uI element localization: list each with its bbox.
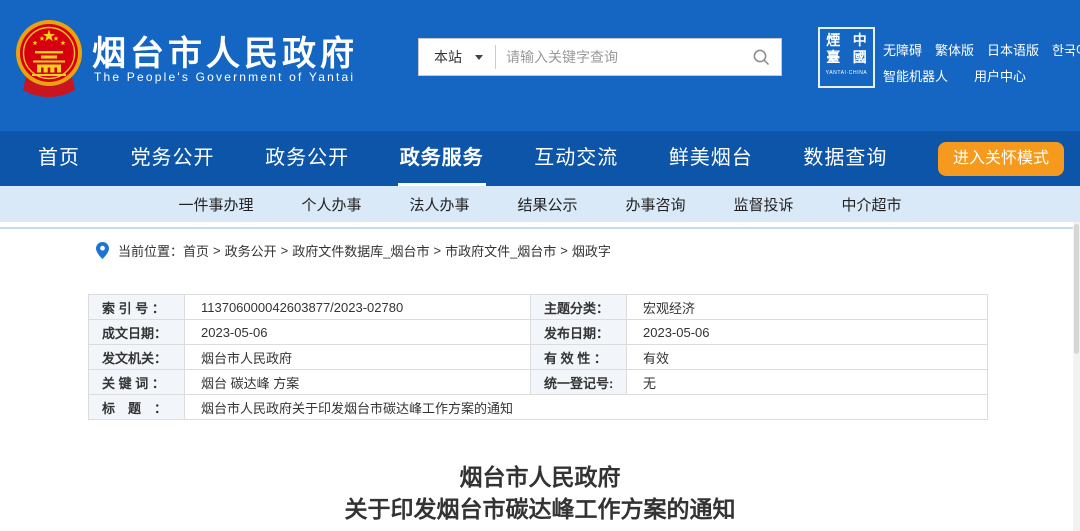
link-traditional-chinese[interactable]: 繁体版	[935, 40, 974, 59]
breadcrumb-item-doc-database[interactable]: 政府文件数据库_烟台市	[292, 241, 429, 260]
meta-label-publish-date: 发布日期：	[531, 320, 627, 345]
breadcrumb-item-yanzhengzi[interactable]: 烟政字	[572, 241, 611, 260]
meta-value-title: 烟台市人民政府关于印发烟台市碳达峰工作方案的通知	[185, 395, 988, 420]
section-divider	[0, 227, 1080, 229]
table-row: 索 引 号 ： 113706000042603877/2023-02780 主题…	[89, 295, 988, 320]
subnav-item-legal-person[interactable]: 法人办事	[409, 194, 469, 215]
meta-label-topic-category: 主题分类：	[531, 295, 627, 320]
subnav-item-results[interactable]: 结果公示	[517, 194, 577, 215]
subnav-item-one-thing[interactable]: 一件事办理	[178, 194, 253, 215]
nav-item-fresh-yantai[interactable]: 鲜美烟台	[669, 131, 753, 186]
seal-char: 中	[847, 33, 874, 50]
seal-caption: YANTAI·CHINA	[820, 70, 873, 76]
table-row: 标 题 ： 烟台市人民政府关于印发烟台市碳达峰工作方案的通知	[89, 395, 988, 420]
meta-label-title: 标 题 ：	[89, 395, 185, 420]
meta-label-index-no: 索 引 号 ：	[89, 295, 185, 320]
scrollbar[interactable]	[1073, 222, 1080, 531]
meta-label-written-date: 成文日期：	[89, 320, 185, 345]
quick-links-row2: 智能机器人 用户中心	[883, 66, 1026, 85]
doc-meta-table: 索 引 号 ： 113706000042603877/2023-02780 主题…	[88, 294, 988, 420]
link-korean[interactable]: 한국어판	[1052, 40, 1080, 59]
article-title: 烟台市人民政府 关于印发烟台市碳达峰工作方案的通知	[0, 461, 1080, 525]
search-input[interactable]	[496, 40, 741, 74]
link-japanese[interactable]: 日本语版	[987, 40, 1039, 59]
subnav-item-supervision[interactable]: 监督投诉	[734, 194, 794, 215]
meta-value-index-no: 113706000042603877/2023-02780	[185, 295, 531, 320]
link-accessibility[interactable]: 无障碍	[883, 40, 922, 59]
article-title-line2: 关于印发烟台市碳达峰工作方案的通知	[0, 493, 1080, 525]
chevron-down-icon[interactable]	[475, 55, 483, 60]
breadcrumb-separator: >	[213, 243, 221, 258]
nav-item-gov-affairs[interactable]: 政务公开	[265, 131, 349, 186]
breadcrumb-item-gov-affairs[interactable]: 政务公开	[225, 241, 277, 260]
search-box: 本站	[418, 38, 782, 76]
nav-item-gov-services[interactable]: 政务服务	[400, 131, 484, 186]
search-scope-select[interactable]: 本站	[434, 47, 462, 67]
link-smart-robot[interactable]: 智能机器人	[883, 66, 948, 85]
meta-label-issuing-agency: 发文机关：	[89, 345, 185, 370]
main-nav: 首页 党务公开 政务公开 政务服务 互动交流 鲜美烟台 数据查询 进入关怀模式	[0, 131, 1080, 186]
article-title-line1: 烟台市人民政府	[0, 461, 1080, 493]
yantai-china-seal-logo: 煙 中 臺 國 YANTAI·CHINA	[818, 27, 875, 88]
subnav-item-personal[interactable]: 个人办事	[301, 194, 361, 215]
meta-value-registration-no: 无	[627, 370, 988, 395]
breadcrumb-item-home[interactable]: 首页	[183, 241, 209, 260]
seal-char: 臺	[820, 50, 847, 67]
site-title: 烟台市人民政府	[92, 26, 358, 75]
seal-char: 國	[847, 50, 874, 67]
meta-label-registration-no: 统一登记号:	[531, 370, 627, 395]
breadcrumb: 当前位置： 首页 > 政务公开 > 政府文件数据库_烟台市 > 市政府文件_烟台…	[96, 241, 611, 260]
seal-characters: 煙 中 臺 國	[820, 33, 873, 67]
meta-value-keywords: 烟台 碳达峰 方案	[185, 370, 531, 395]
meta-label-validity: 有 效 性 ：	[531, 345, 627, 370]
seal-char: 煙	[820, 33, 847, 50]
nav-item-interaction[interactable]: 互动交流	[534, 131, 618, 186]
search-button[interactable]	[741, 48, 781, 67]
breadcrumb-separator: >	[560, 243, 568, 258]
meta-value-topic-category: 宏观经济	[627, 295, 988, 320]
sub-nav: 一件事办理 个人办事 法人办事 结果公示 办事咨询 监督投诉 中介超市	[0, 186, 1080, 222]
breadcrumb-item-city-docs[interactable]: 市政府文件_烟台市	[445, 241, 556, 260]
site-subtitle: The People's Government of Yantai	[94, 70, 355, 84]
breadcrumb-prefix: 当前位置：	[118, 241, 183, 260]
breadcrumb-separator: >	[433, 243, 441, 258]
site-header: 烟台市人民政府 The People's Government of Yanta…	[0, 0, 1080, 131]
subnav-item-intermediary[interactable]: 中介超市	[842, 194, 902, 215]
nav-item-data-query[interactable]: 数据查询	[803, 131, 887, 186]
meta-value-validity: 有效	[627, 345, 988, 370]
table-row: 关 键 词 ： 烟台 碳达峰 方案 统一登记号: 无	[89, 370, 988, 395]
search-icon	[752, 48, 771, 67]
meta-value-publish-date: 2023-05-06	[627, 320, 988, 345]
meta-value-issuing-agency: 烟台市人民政府	[185, 345, 531, 370]
meta-value-written-date: 2023-05-06	[185, 320, 531, 345]
national-emblem-icon	[14, 16, 84, 100]
table-row: 成文日期： 2023-05-06 发布日期： 2023-05-06	[89, 320, 988, 345]
nav-item-home[interactable]: 首页	[38, 131, 80, 186]
subnav-item-consult[interactable]: 办事咨询	[626, 194, 686, 215]
quick-links-row1: 无障碍 繁体版 日本语版 한국어판	[883, 40, 1080, 59]
location-pin-icon	[96, 242, 109, 259]
nav-item-party-affairs[interactable]: 党务公开	[131, 131, 215, 186]
link-user-center[interactable]: 用户中心	[974, 66, 1026, 85]
breadcrumb-separator: >	[281, 243, 289, 258]
scrollbar-thumb[interactable]	[1074, 224, 1079, 354]
page: 烟台市人民政府 The People's Government of Yanta…	[0, 0, 1080, 531]
care-mode-button[interactable]: 进入关怀模式	[938, 142, 1064, 176]
meta-label-keywords: 关 键 词 ：	[89, 370, 185, 395]
table-row: 发文机关： 烟台市人民政府 有 效 性 ： 有效	[89, 345, 988, 370]
